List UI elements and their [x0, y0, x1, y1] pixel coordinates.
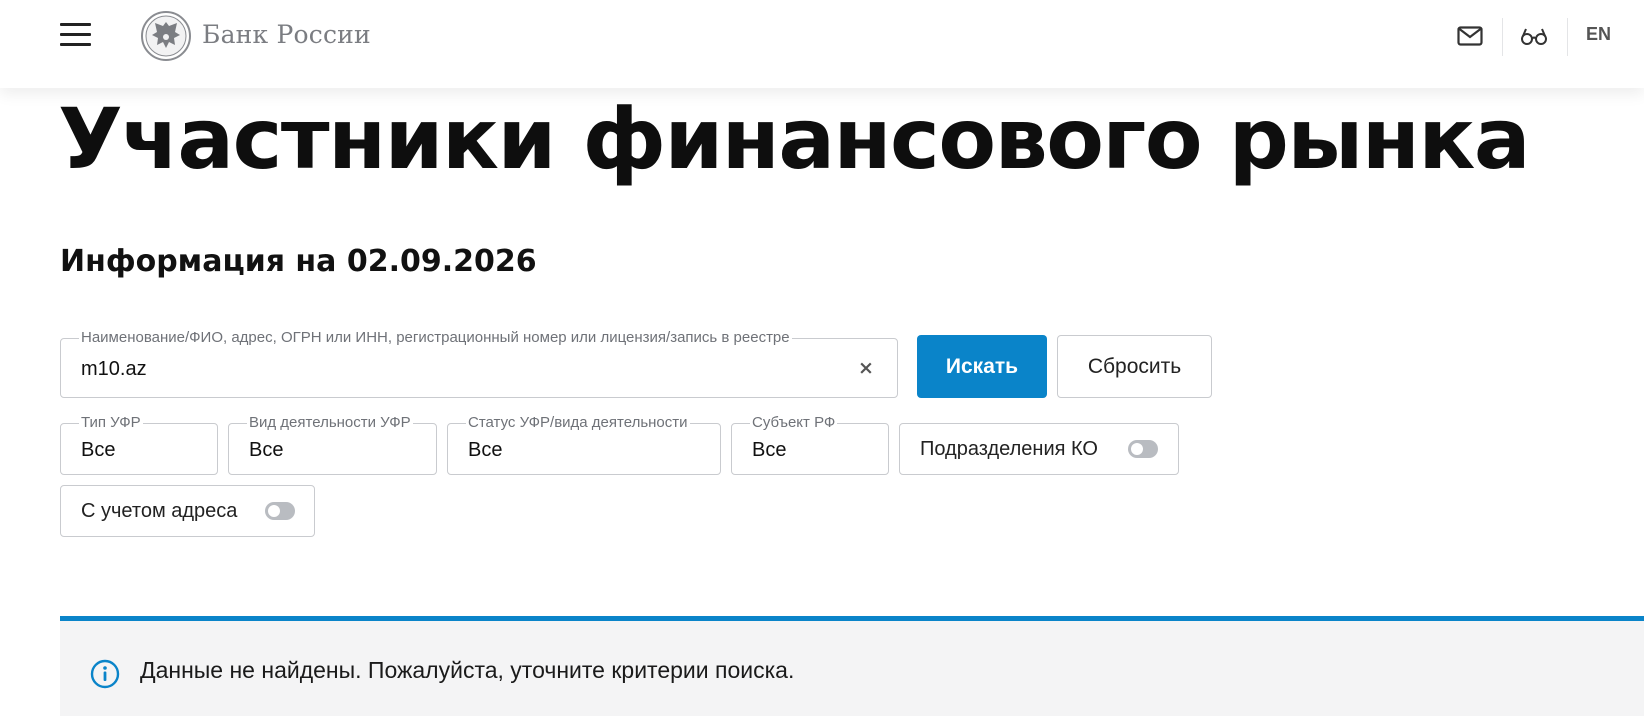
filter-value: Все	[468, 439, 503, 461]
toggle-label: С учетом адреса	[81, 500, 238, 522]
search-button[interactable]: Искать	[917, 335, 1047, 398]
search-input-label: Наименование/ФИО, адрес, ОГРН или ИНН, р…	[79, 329, 792, 346]
filter-activity-type[interactable]: Вид деятельности УФР Все	[228, 414, 437, 475]
filter-value: Все	[81, 439, 116, 461]
mail-icon[interactable]	[1450, 18, 1490, 54]
search-input-value[interactable]: m10.az	[81, 358, 147, 381]
glasses-icon[interactable]	[1514, 18, 1554, 54]
info-date-heading: Информация на 02.09.2026	[60, 244, 537, 279]
bank-logo-emblem[interactable]	[140, 10, 192, 62]
filter-value: Все	[249, 439, 284, 461]
filter-ufr-type[interactable]: Тип УФР Все	[60, 414, 218, 475]
filter-label: Тип УФР	[79, 414, 143, 431]
filter-status[interactable]: Статус УФР/вида деятельности Все	[447, 414, 721, 475]
reset-button[interactable]: Сбросить	[1057, 335, 1212, 398]
header-divider	[1502, 18, 1503, 56]
filter-value: Все	[752, 439, 787, 461]
search-input[interactable]: Наименование/ФИО, адрес, ОГРН или ИНН, р…	[60, 329, 898, 398]
filter-label: Статус УФР/вида деятельности	[466, 414, 690, 431]
clear-icon[interactable]: ×	[857, 359, 875, 378]
toggle-branches[interactable]: Подразделения КО	[899, 423, 1179, 475]
toggle-knob	[1131, 443, 1143, 455]
filter-label: Субъект РФ	[750, 414, 838, 431]
no-results-alert: Данные не найдены. Пожалуйста, уточните …	[60, 616, 1644, 716]
filter-label: Вид деятельности УФР	[247, 414, 413, 431]
header-divider	[1567, 18, 1568, 56]
toggle-switch[interactable]	[265, 502, 295, 520]
filter-region[interactable]: Субъект РФ Все	[731, 414, 889, 475]
site-header: Банк России EN	[0, 0, 1644, 88]
brand-name[interactable]: Банк России	[202, 20, 371, 49]
menu-icon[interactable]	[60, 23, 91, 47]
page-title: Участники финансового рынка	[58, 90, 1531, 188]
language-switch[interactable]: EN	[1586, 24, 1611, 45]
toggle-label: Подразделения КО	[920, 438, 1098, 460]
toggle-switch[interactable]	[1128, 440, 1158, 458]
toggle-knob	[268, 505, 280, 517]
info-icon	[90, 659, 120, 689]
toggle-address[interactable]: С учетом адреса	[60, 485, 315, 537]
alert-message: Данные не найдены. Пожалуйста, уточните …	[140, 657, 795, 683]
